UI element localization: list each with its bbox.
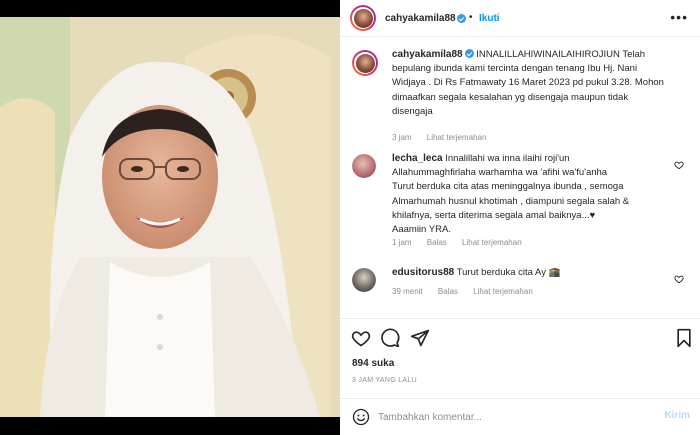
likes-count[interactable]: 894 suka: [352, 358, 394, 369]
follow-button[interactable]: Ikuti: [479, 13, 500, 24]
commenter-avatar[interactable]: [352, 154, 376, 178]
add-comment-bar: Kirim: [340, 398, 700, 435]
caption-meta: 3 jam Lihat terjemahan: [392, 133, 499, 142]
comment-line: Turut berduka cita atas meninggalnya ibu…: [392, 181, 624, 193]
comment-meta: 39 menit Balas Lihat terjemahan: [392, 287, 546, 296]
see-translation-link[interactable]: Lihat terjemahan: [473, 287, 533, 296]
comment-text: lecha_leca Innalillahi wa inna ilaihi ro…: [392, 152, 666, 237]
more-options-icon[interactable]: •••: [670, 10, 688, 24]
caption-line: bepulang ibunda kami tercinta dengan ten…: [392, 63, 638, 75]
comment-line: Aaamiin YRA.: [392, 224, 451, 236]
comment-item: lecha_leca Innalillahi wa inna ilaihi ro…: [352, 152, 688, 257]
reply-button[interactable]: Balas: [438, 287, 458, 296]
reply-button[interactable]: Balas: [427, 238, 447, 247]
comment-item: edusitorus88 Turut berduka cita Ay 🕋 39 …: [352, 266, 688, 316]
post-comment-button[interactable]: Kirim: [664, 410, 690, 421]
caption-line: Widjaya . Di Rs Fatmawaty 16 Maret 2023 …: [392, 77, 664, 89]
share-icon[interactable]: [410, 328, 430, 348]
caption-avatar[interactable]: [352, 50, 378, 76]
see-translation-link[interactable]: Lihat terjemahan: [462, 238, 522, 247]
caption-username[interactable]: cahyakamila88: [392, 49, 463, 60]
post-timestamp: 3 JAM YANG LALU: [352, 377, 417, 384]
caption-line: INNALILLAHIWINAILAIHIROJIUN Telah: [476, 49, 646, 60]
caption-line: dimaafkan segala kesalahan yg disengaja …: [392, 91, 629, 103]
post-photo[interactable]: [0, 17, 340, 417]
comment-like-heart-icon[interactable]: [674, 160, 684, 170]
comment-icon[interactable]: [380, 328, 400, 348]
see-translation-link[interactable]: Lihat terjemahan: [427, 133, 487, 142]
post-actions: 894 suka 3 JAM YANG LALU: [340, 318, 700, 398]
verified-badge-icon: [457, 14, 466, 23]
bookmark-icon[interactable]: [674, 328, 694, 348]
post-media: [0, 0, 340, 435]
commenter-avatar[interactable]: [352, 268, 376, 292]
comment-username[interactable]: edusitorus88: [392, 267, 454, 278]
comment-meta: 1 jam Balas Lihat terjemahan: [392, 238, 535, 247]
comment-text: edusitorus88 Turut berduka cita Ay 🕋: [392, 266, 666, 280]
comment-like-heart-icon[interactable]: [674, 274, 684, 284]
heart-icon[interactable]: [351, 328, 371, 348]
post-details-panel: cahyakamila88 • Ikuti ••• cahyakamila88 …: [340, 0, 700, 435]
emoji-icon[interactable]: [352, 408, 370, 426]
header-username[interactable]: cahyakamila88: [385, 13, 456, 24]
comments-list: cahyakamila88 INNALILLAHIWINAILAIHIROJIU…: [340, 38, 700, 318]
verified-badge-icon: [464, 49, 474, 58]
comment-line: Almarhumah husnul khotimah , diampuni se…: [392, 195, 630, 207]
comment-line: Turut berduka cita Ay 🕋: [456, 267, 561, 278]
avatar[interactable]: [350, 5, 376, 31]
caption: cahyakamila88 INNALILLAHIWINAILAIHIROJIU…: [352, 48, 688, 148]
comment-time[interactable]: 39 menit: [392, 287, 423, 296]
comment-username[interactable]: lecha_leca: [392, 153, 443, 164]
comment-line: Innalillahi wa inna ilaihi roji'un: [445, 153, 570, 164]
comment-input[interactable]: [378, 408, 648, 426]
comment-line: khilafnya, serta diterima segala amal ba…: [392, 209, 596, 221]
post-header: cahyakamila88 • Ikuti •••: [340, 0, 700, 37]
caption-line: disengaja: [392, 105, 433, 117]
caption-text: cahyakamila88 INNALILLAHIWINAILAIHIROJIU…: [392, 48, 666, 119]
comment-time[interactable]: 1 jam: [392, 238, 412, 247]
caption-time[interactable]: 3 jam: [392, 133, 412, 142]
comment-line: Allahummaghfirlaha warhamha wa 'afihi wa…: [392, 167, 608, 179]
dot-separator: •: [469, 12, 473, 23]
